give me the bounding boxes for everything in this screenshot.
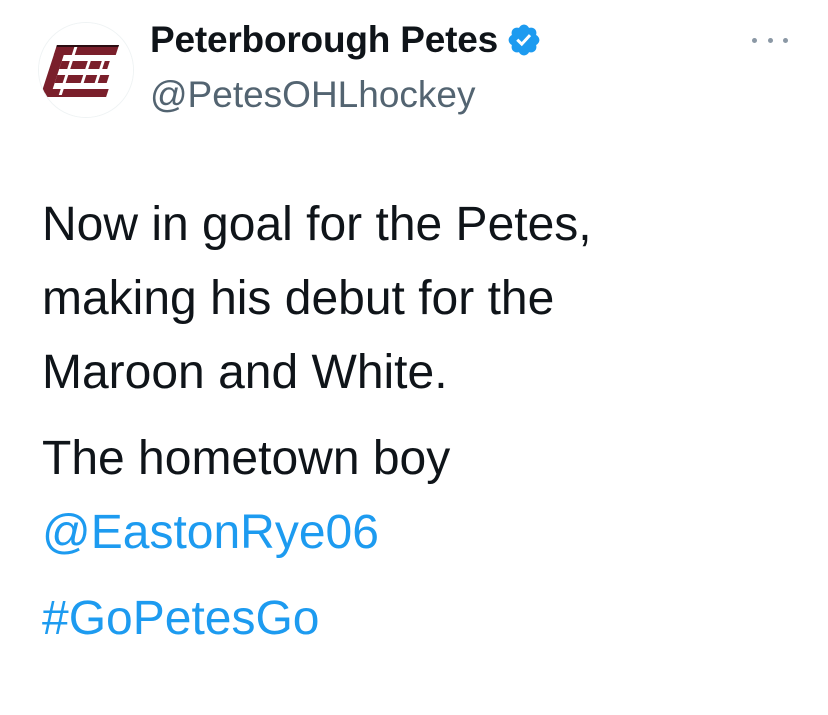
tweet-paragraph-2: The hometown boy @EastonRye06: [42, 422, 802, 570]
verified-badge-icon: [508, 24, 540, 56]
user-handle[interactable]: @PetesOHLhockey: [150, 74, 475, 116]
more-dot: [783, 37, 788, 43]
tweet-text-line: Now in goal for the Petes,: [42, 198, 592, 251]
display-name[interactable]: Peterborough Petes: [150, 19, 498, 61]
tweet-text-line: The hometown boy: [42, 432, 451, 485]
mention-link[interactable]: @EastonRye06: [42, 496, 802, 570]
avatar[interactable]: [38, 22, 134, 118]
more-options-icon[interactable]: [752, 30, 788, 50]
more-dot: [767, 37, 773, 43]
tweet-paragraph-1: Now in goal for the Petes, making his de…: [42, 188, 802, 410]
tweet-text-line: Maroon and White.: [42, 346, 448, 399]
more-dot: [752, 37, 757, 43]
display-name-row[interactable]: Peterborough Petes: [150, 18, 542, 62]
hashtag-link[interactable]: #GoPetesGo: [42, 582, 802, 656]
tweet: Peterborough Petes @PetesOHLhockey Now i…: [0, 0, 828, 715]
tweet-body: Now in goal for the Petes, making his de…: [42, 188, 802, 656]
petes-logo-icon: [39, 23, 133, 117]
tweet-paragraph-3: #GoPetesGo: [42, 582, 802, 656]
tweet-text-line: making his debut for the: [42, 272, 555, 325]
